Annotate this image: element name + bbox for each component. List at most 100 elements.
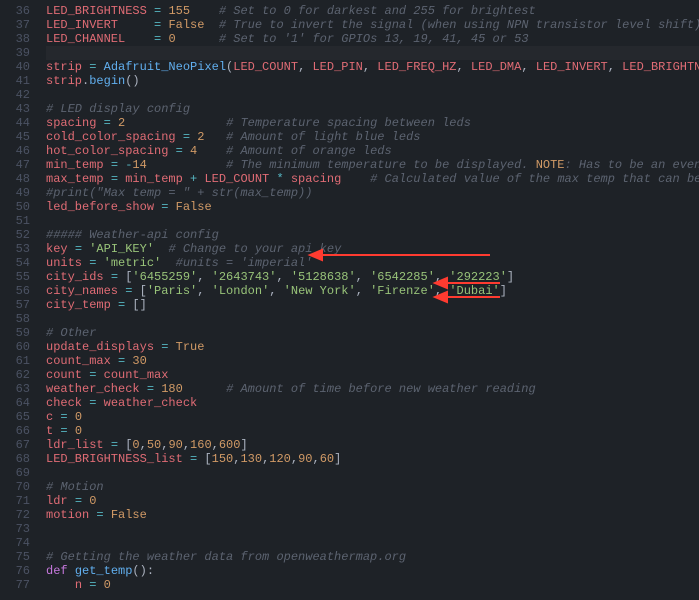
token bbox=[190, 4, 219, 18]
token: key bbox=[46, 242, 68, 256]
token: [ bbox=[197, 452, 211, 466]
token: = bbox=[147, 382, 154, 396]
line-number: 59 bbox=[0, 326, 38, 340]
code-line[interactable]: LED_CHANNEL = 0 # Set to '1' for GPIOs 1… bbox=[46, 32, 699, 46]
code-line[interactable] bbox=[46, 88, 699, 102]
code-line[interactable]: key = 'API_KEY' # Change to your api key bbox=[46, 242, 699, 256]
token: city_names bbox=[46, 284, 118, 298]
token: 160 bbox=[190, 438, 212, 452]
code-line[interactable]: motion = False bbox=[46, 508, 699, 522]
token bbox=[204, 18, 218, 32]
token bbox=[68, 494, 75, 508]
token: = bbox=[75, 242, 82, 256]
token: , bbox=[276, 270, 290, 284]
code-line[interactable]: units = 'metric' #units = 'imperial' bbox=[46, 256, 699, 270]
line-number: 39 bbox=[0, 46, 38, 60]
token: ] bbox=[240, 438, 247, 452]
token: 90 bbox=[168, 438, 182, 452]
token: 120 bbox=[269, 452, 291, 466]
code-line[interactable]: led_before_show = False bbox=[46, 200, 699, 214]
token: 150 bbox=[212, 452, 234, 466]
token: 180 bbox=[161, 382, 183, 396]
line-number: 47 bbox=[0, 158, 38, 172]
code-line[interactable] bbox=[46, 312, 699, 326]
token bbox=[96, 60, 103, 74]
code-line[interactable] bbox=[46, 214, 699, 228]
token bbox=[284, 172, 291, 186]
token: 'API_KEY' bbox=[89, 242, 154, 256]
code-line[interactable]: # Other bbox=[46, 326, 699, 340]
token: #print("Max temp = " + str(max_temp)) bbox=[46, 186, 312, 200]
line-number: 65 bbox=[0, 410, 38, 424]
code-line[interactable]: # Getting the weather data from openweat… bbox=[46, 550, 699, 564]
token bbox=[68, 564, 75, 578]
code-line[interactable] bbox=[46, 536, 699, 550]
token: led_before_show bbox=[46, 200, 154, 214]
code-line[interactable] bbox=[46, 466, 699, 480]
line-number: 57 bbox=[0, 298, 38, 312]
code-line[interactable]: n = 0 bbox=[46, 578, 699, 592]
line-number: 61 bbox=[0, 354, 38, 368]
token: strip bbox=[46, 74, 82, 88]
code-area[interactable]: LED_BRIGHTNESS = 155 # Set to 0 for dark… bbox=[46, 0, 699, 592]
code-line[interactable]: #print("Max temp = " + str(max_temp)) bbox=[46, 186, 699, 200]
token bbox=[96, 396, 103, 410]
code-line[interactable] bbox=[46, 522, 699, 536]
token: cold_color_spacing bbox=[46, 130, 176, 144]
code-line[interactable]: max_temp = min_temp + LED_COUNT * spacin… bbox=[46, 172, 699, 186]
token: [] bbox=[125, 298, 147, 312]
code-line[interactable]: check = weather_check bbox=[46, 396, 699, 410]
token: NOTE bbox=[536, 158, 565, 172]
token bbox=[183, 452, 190, 466]
code-line[interactable]: strip.begin() bbox=[46, 74, 699, 88]
code-line[interactable]: cold_color_spacing = 2 # Amount of light… bbox=[46, 130, 699, 144]
token: n bbox=[75, 578, 82, 592]
code-line[interactable]: ldr_list = [0,50,90,160,600] bbox=[46, 438, 699, 452]
code-line[interactable]: t = 0 bbox=[46, 424, 699, 438]
code-line[interactable]: c = 0 bbox=[46, 410, 699, 424]
token: max_temp bbox=[46, 172, 104, 186]
token: = bbox=[104, 116, 111, 130]
code-line[interactable]: count = count_max bbox=[46, 368, 699, 382]
line-number: 69 bbox=[0, 466, 38, 480]
code-line[interactable]: city_names = ['Paris', 'London', 'New Yo… bbox=[46, 284, 699, 298]
code-line[interactable]: # Motion bbox=[46, 480, 699, 494]
token: get_temp bbox=[75, 564, 133, 578]
code-line[interactable]: city_ids = ['6455259', '2643743', '51286… bbox=[46, 270, 699, 284]
code-line[interactable]: hot_color_spacing = 4 # Amount of orange… bbox=[46, 144, 699, 158]
code-line[interactable]: spacing = 2 # Temperature spacing betwee… bbox=[46, 116, 699, 130]
token: , bbox=[435, 284, 449, 298]
token bbox=[147, 4, 154, 18]
token: ldr bbox=[46, 494, 68, 508]
line-number: 56 bbox=[0, 284, 38, 298]
line-number: 63 bbox=[0, 382, 38, 396]
token: # Set to '1' for bbox=[219, 32, 341, 46]
code-line[interactable]: def get_temp(): bbox=[46, 564, 699, 578]
code-line[interactable] bbox=[46, 46, 699, 60]
token bbox=[104, 508, 111, 522]
code-line[interactable]: # LED display config bbox=[46, 102, 699, 116]
code-line[interactable]: count_max = 30 bbox=[46, 354, 699, 368]
code-line[interactable]: ##### Weather-api config bbox=[46, 228, 699, 242]
token: , bbox=[608, 60, 622, 74]
line-number: 52 bbox=[0, 228, 38, 242]
code-line[interactable]: update_displays = True bbox=[46, 340, 699, 354]
token bbox=[111, 354, 118, 368]
line-number: 41 bbox=[0, 74, 38, 88]
code-line[interactable]: ldr = 0 bbox=[46, 494, 699, 508]
code-line[interactable]: weather_check = 180 # Amount of time bef… bbox=[46, 382, 699, 396]
token: LED_BRIGHTNESS_list bbox=[46, 452, 183, 466]
token: motion bbox=[46, 508, 89, 522]
line-number: 42 bbox=[0, 88, 38, 102]
code-line[interactable]: city_temp = [] bbox=[46, 298, 699, 312]
token bbox=[96, 368, 103, 382]
code-line[interactable]: LED_BRIGHTNESS = 155 # Set to 0 for dark… bbox=[46, 4, 699, 18]
code-line[interactable]: LED_BRIGHTNESS_list = [150,130,120,90,60… bbox=[46, 452, 699, 466]
line-gutter: 3637383940414243444546474849505152535455… bbox=[0, 0, 38, 592]
token bbox=[168, 144, 175, 158]
token: False bbox=[168, 18, 204, 32]
code-line[interactable]: strip = Adafruit_NeoPixel(LED_COUNT, LED… bbox=[46, 60, 699, 74]
code-line[interactable]: LED_INVERT = False # True to invert the … bbox=[46, 18, 699, 32]
code-editor[interactable]: 3637383940414243444546474849505152535455… bbox=[0, 0, 699, 600]
code-line[interactable]: min_temp = -14 # The minimum temperature… bbox=[46, 158, 699, 172]
